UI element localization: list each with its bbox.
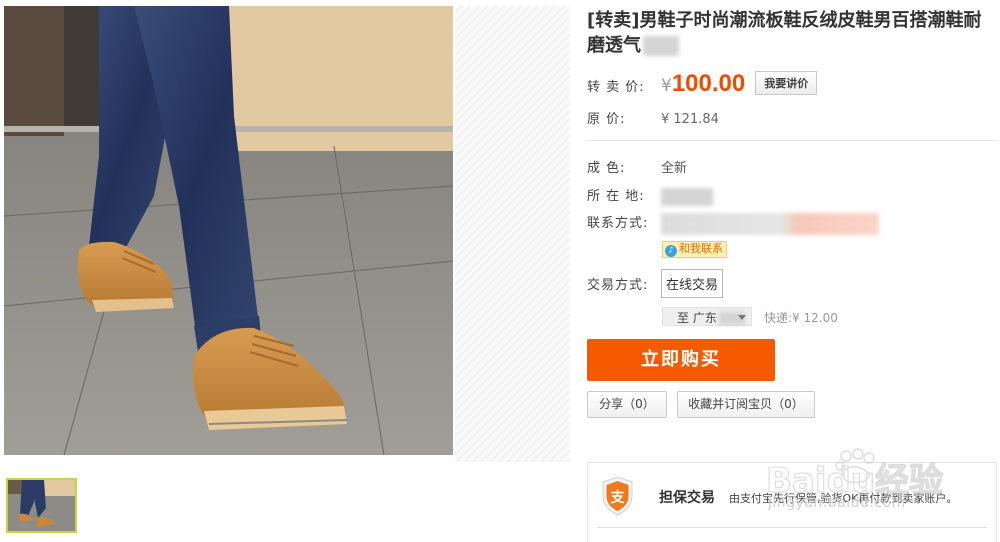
- shipping-fee: 快递:¥ 12.00: [764, 311, 838, 325]
- original-price-label: 原 价:: [587, 112, 626, 127]
- chat-icon: ♪: [665, 245, 677, 257]
- contact-tag-label: 和我联系: [679, 242, 723, 255]
- contact-label: 联系方式:: [587, 216, 649, 231]
- product-main-image[interactable]: [4, 6, 453, 455]
- share-button[interactable]: 分享（0）: [587, 391, 667, 418]
- thumbnail-illustration: [8, 480, 75, 531]
- buy-now-button[interactable]: 立即购买: [587, 339, 775, 381]
- section-divider: [587, 140, 997, 141]
- location-label: 所 在 地:: [587, 189, 645, 204]
- redacted-contact: [661, 212, 879, 235]
- condition-row: 成 色: 全新: [587, 157, 687, 176]
- shipping-row: 至 广东 快递:¥ 12.00: [662, 307, 838, 326]
- gallery-side-panel: [455, 6, 570, 462]
- price-value: 100.00: [671, 70, 746, 97]
- shipping-destination-select[interactable]: 至 广东: [662, 307, 752, 326]
- contact-tag-wrap: ♪ 和我联系: [662, 241, 727, 258]
- redacted-location: [661, 187, 713, 206]
- chevron-down-icon: [738, 315, 746, 320]
- product-thumbnail[interactable]: [6, 478, 77, 533]
- trade-method-option[interactable]: 在线交易: [661, 269, 724, 298]
- price-currency: ¥: [661, 76, 672, 96]
- svg-text:支: 支: [610, 489, 626, 506]
- guarantee-divider: [597, 527, 987, 528]
- original-price-row: 原 价: ¥ 121.84: [587, 108, 719, 127]
- trade-row: 交易方式: 在线交易: [587, 269, 724, 298]
- price-row: 转 卖 价: ¥100.00 我要讲价: [587, 70, 818, 98]
- contact-row: 联系方式:: [587, 212, 879, 235]
- watermark-url: jingyan.baidu.com: [768, 495, 906, 511]
- contact-me-button[interactable]: ♪ 和我联系: [662, 241, 727, 258]
- alipay-shield-icon: 支: [602, 476, 633, 516]
- trade-label: 交易方式:: [587, 278, 649, 293]
- redacted-text: [643, 36, 679, 56]
- product-title: [转卖]男鞋子时尚潮流板鞋反绒皮鞋男百搭潮鞋耐磨透气: [587, 8, 997, 58]
- product-photo-illustration: [4, 6, 453, 455]
- condition-label: 成 色:: [587, 161, 626, 176]
- original-price-value: ¥ 121.84: [661, 112, 719, 127]
- favorite-subscribe-button[interactable]: 收藏并订阅宝贝（0）: [677, 391, 815, 418]
- price-label: 转 卖 价:: [587, 80, 645, 95]
- shipping-destination-text: 至 广东: [677, 311, 717, 325]
- condition-value: 全新: [661, 161, 688, 176]
- bargain-button[interactable]: 我要讲价: [755, 71, 818, 95]
- location-row: 所 在 地:: [587, 185, 713, 206]
- guarantee-title: 担保交易: [659, 490, 715, 506]
